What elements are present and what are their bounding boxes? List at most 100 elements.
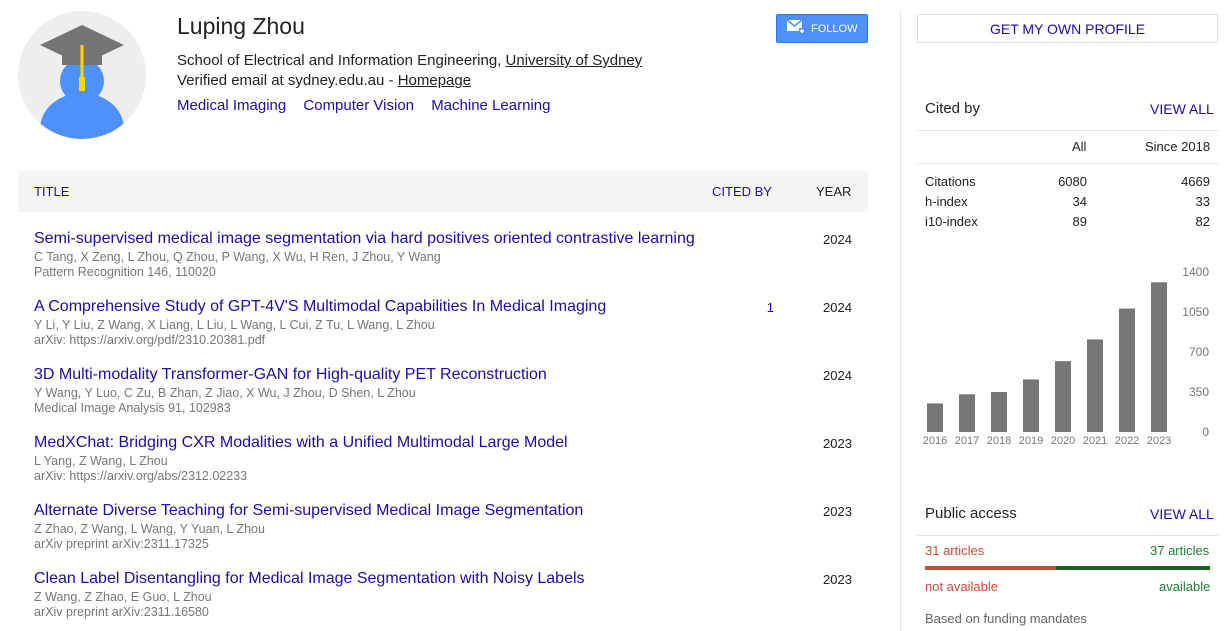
- y-tick-label: 350: [1189, 385, 1209, 399]
- email-follow-icon: [786, 19, 805, 37]
- sidebar-divider: [900, 10, 901, 631]
- affiliation-link[interactable]: University of Sydney: [506, 52, 643, 69]
- articles-table-header: TITLE CITED BY YEAR: [18, 171, 868, 212]
- article-title[interactable]: Semi-supervised medical image segmentati…: [34, 230, 695, 248]
- follow-button[interactable]: FOLLOW: [776, 14, 868, 43]
- x-tick-label: 2019: [1019, 435, 1043, 447]
- article-venue: Pattern Recognition 146, 110020: [34, 265, 216, 279]
- article-title[interactable]: Alternate Diverse Teaching for Semi-supe…: [34, 502, 583, 520]
- citation-bar-2019[interactable]: [1023, 379, 1039, 432]
- y-tick-label: 1400: [1182, 265, 1209, 279]
- stat-label[interactable]: h-index: [925, 194, 968, 209]
- article-venue: arXiv preprint arXiv:2311.17325: [34, 537, 209, 551]
- article-venue: arXiv: https://arxiv.org/pdf/2310.20381.…: [34, 333, 266, 347]
- stat-label[interactable]: i10-index: [925, 214, 978, 229]
- profile-name: Luping Zhou: [177, 13, 305, 39]
- research-interests: Medical Imaging Computer Vision Machine …: [177, 97, 563, 114]
- table-row: Semi-supervised medical image segmentati…: [18, 222, 868, 290]
- divider: [917, 163, 1218, 164]
- table-row: Alternate Diverse Teaching for Semi-supe…: [18, 494, 868, 562]
- x-tick-label: 2022: [1115, 435, 1139, 447]
- stat-all: 6080: [1058, 174, 1087, 189]
- x-tick-label: 2017: [955, 435, 979, 447]
- article-venue: arXiv preprint arXiv:2311.16580: [34, 605, 209, 619]
- article-year: 2024: [823, 300, 852, 315]
- article-title[interactable]: 3D Multi-modality Transformer-GAN for Hi…: [34, 366, 547, 384]
- article-authors: Z Wang, Z Zhao, E Guo, L Zhou: [34, 590, 212, 604]
- stats-col-all: All: [1072, 139, 1087, 154]
- article-year: 2023: [823, 504, 852, 519]
- citation-bar-2016[interactable]: [927, 403, 943, 432]
- public-access-title: Public access: [925, 505, 1017, 522]
- public-access-view-all[interactable]: VIEW ALL: [1150, 506, 1214, 522]
- article-title[interactable]: MedXChat: Bridging CXR Modalities with a…: [34, 434, 568, 452]
- y-tick-label: 700: [1189, 345, 1209, 359]
- not-available-count[interactable]: 31 articles: [925, 543, 984, 558]
- y-tick-label: 1050: [1182, 305, 1209, 319]
- stat-all: 89: [1072, 214, 1087, 229]
- article-year: 2023: [823, 572, 852, 587]
- stat-label[interactable]: Citations: [925, 174, 976, 189]
- citation-bar-2023[interactable]: [1151, 282, 1167, 432]
- article-authors: Y Wang, Y Luo, C Zu, B Zhan, Z Jiao, X W…: [34, 386, 416, 400]
- available-label: available: [1159, 579, 1211, 594]
- interest-machine-learning[interactable]: Machine Learning: [431, 97, 550, 114]
- profile-affiliation: School of Electrical and Information Eng…: [177, 52, 642, 69]
- table-row: A Comprehensive Study of GPT-4V'S Multim…: [18, 290, 868, 358]
- article-venue: arXiv: https://arxiv.org/abs/2312.02233: [34, 469, 248, 483]
- x-tick-label: 2018: [987, 435, 1011, 447]
- not-available-label: not available: [925, 579, 998, 594]
- email-text: Verified email at sydney.edu.au -: [177, 72, 398, 89]
- article-authors: Z Zhao, Z Wang, L Wang, Y Yuan, L Zhou: [34, 522, 265, 536]
- divider: [917, 535, 1218, 536]
- table-row: Clean Label Disentangling for Medical Im…: [18, 562, 868, 630]
- stat-row-citations: Citations 6080 4669: [925, 174, 1210, 194]
- affiliation-text: School of Electrical and Information Eng…: [177, 52, 506, 69]
- citation-bar-2022[interactable]: [1119, 308, 1135, 432]
- sort-by-year[interactable]: YEAR: [816, 184, 851, 199]
- x-tick-label: 2021: [1083, 435, 1107, 447]
- x-tick-label: 2023: [1147, 435, 1171, 447]
- cited-by-view-all[interactable]: VIEW ALL: [1150, 101, 1214, 117]
- article-authors: L Yang, Z Wang, L Zhou: [34, 454, 168, 468]
- profile-avatar: [18, 11, 146, 139]
- stat-row-i10-index: i10-index 89 82: [925, 214, 1210, 234]
- citation-bar-2017[interactable]: [959, 394, 975, 432]
- citation-bar-2018[interactable]: [991, 392, 1007, 432]
- graduation-cap-avatar-icon: [40, 25, 124, 139]
- stat-all: 34: [1072, 194, 1087, 209]
- articles-list: Semi-supervised medical image segmentati…: [18, 222, 868, 630]
- article-year: 2023: [823, 436, 852, 451]
- stats-col-since: Since 2018: [1145, 139, 1211, 154]
- interest-medical-imaging[interactable]: Medical Imaging: [177, 97, 286, 114]
- x-tick-label: 2016: [923, 435, 947, 447]
- table-row: 3D Multi-modality Transformer-GAN for Hi…: [18, 358, 868, 426]
- homepage-link[interactable]: Homepage: [398, 72, 471, 89]
- article-authors: C Tang, X Zeng, L Zhou, Q Zhou, P Wang, …: [34, 250, 441, 264]
- stat-since: 33: [1195, 194, 1210, 209]
- cited-by-title: Cited by: [925, 100, 981, 117]
- article-cited-count[interactable]: 1: [754, 300, 774, 315]
- article-title[interactable]: A Comprehensive Study of GPT-4V'S Multim…: [34, 298, 606, 316]
- interest-computer-vision[interactable]: Computer Vision: [303, 97, 414, 114]
- stat-row-h-index: h-index 34 33: [925, 194, 1210, 214]
- article-year: 2024: [823, 232, 852, 247]
- divider: [917, 130, 1218, 131]
- y-tick-label: 0: [1202, 425, 1209, 439]
- citation-bar-2020[interactable]: [1055, 361, 1071, 432]
- table-row: MedXChat: Bridging CXR Modalities with a…: [18, 426, 868, 494]
- get-my-own-profile-button[interactable]: GET MY OWN PROFILE: [917, 14, 1218, 43]
- citation-bar-2021[interactable]: [1087, 339, 1103, 432]
- profile-email: Verified email at sydney.edu.au - Homepa…: [177, 72, 471, 89]
- article-venue: Medical Image Analysis 91, 102983: [34, 401, 231, 415]
- article-year: 2024: [823, 368, 852, 383]
- stat-since: 82: [1195, 214, 1210, 229]
- available-bar: [1056, 566, 1210, 570]
- article-title[interactable]: Clean Label Disentangling for Medical Im…: [34, 570, 585, 588]
- sort-by-cited[interactable]: CITED BY: [712, 184, 772, 199]
- follow-label: FOLLOW: [811, 22, 858, 35]
- funding-mandates-note: Based on funding mandates: [925, 611, 1087, 626]
- citations-per-year-chart: 0 350 700 1050 1400 2016 2017 2018 2019 2020 2021 2…: [923, 265, 1210, 447]
- sort-by-title[interactable]: TITLE: [34, 184, 69, 199]
- available-count[interactable]: 37 articles: [1150, 543, 1209, 558]
